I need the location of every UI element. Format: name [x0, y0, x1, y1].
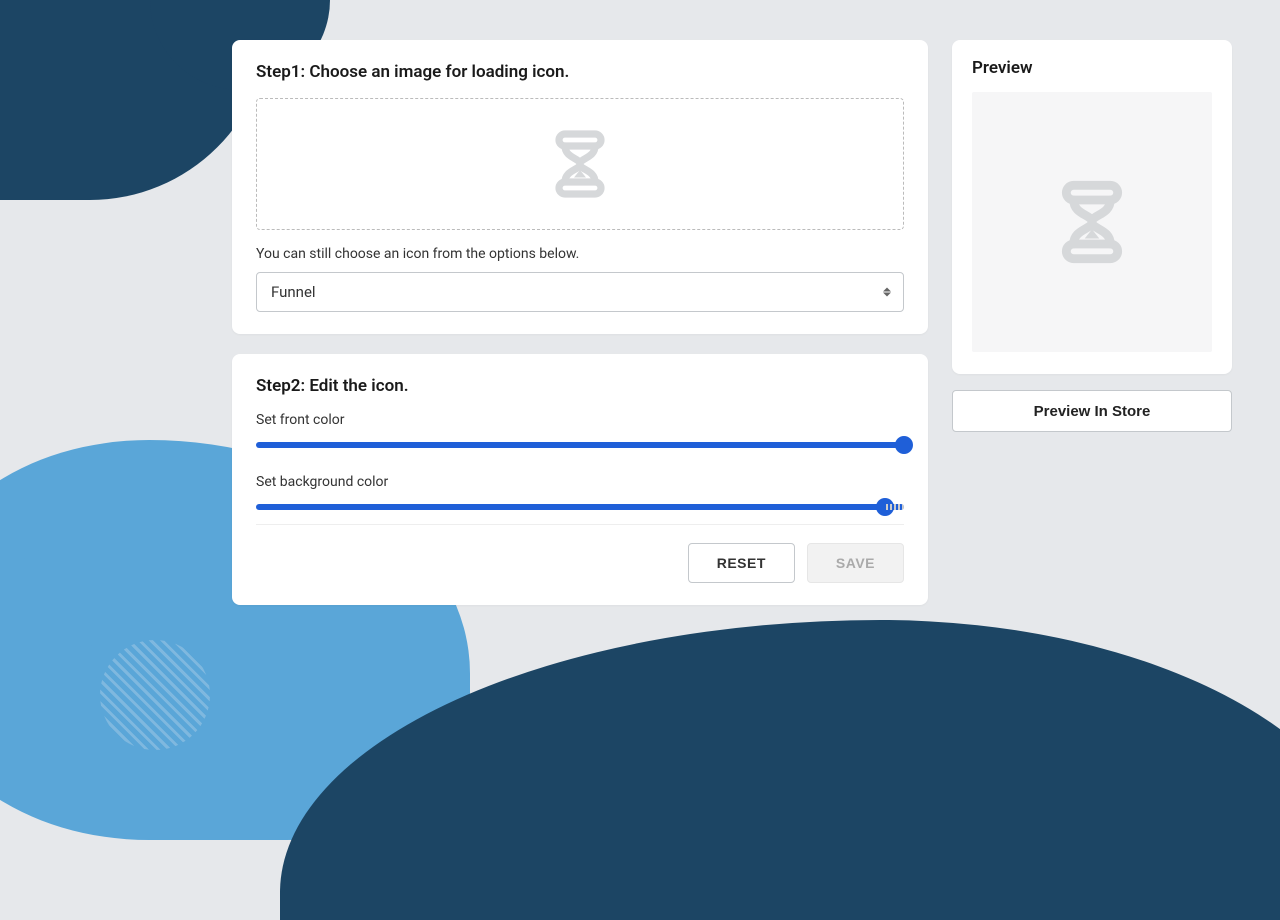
hourglass-icon	[544, 128, 616, 200]
select-caret-icon	[883, 288, 891, 297]
icon-select[interactable]: Funnel	[256, 272, 904, 312]
step1-card: Step1: Choose an image for loading icon.…	[232, 40, 928, 334]
decorative-shape	[70, 645, 105, 680]
decorative-shape	[100, 640, 210, 750]
background-color-slider[interactable]	[256, 504, 904, 510]
background-color-label: Set background color	[256, 474, 904, 490]
hourglass-icon	[1048, 178, 1136, 266]
step1-title: Step1: Choose an image for loading icon.	[256, 62, 904, 82]
icon-select-value: Funnel	[271, 283, 316, 301]
save-button: SAVE	[807, 543, 904, 583]
preview-card: Preview	[952, 40, 1232, 374]
step2-card: Step2: Edit the icon. Set front color Se…	[232, 354, 928, 605]
preview-title: Preview	[972, 58, 1212, 78]
decorative-shape	[30, 640, 50, 660]
reset-button[interactable]: RESET	[688, 543, 795, 583]
preview-box	[972, 92, 1212, 352]
divider	[256, 524, 904, 525]
step2-title: Step2: Edit the icon.	[256, 376, 904, 396]
preview-in-store-button[interactable]: Preview In Store	[952, 390, 1232, 432]
step1-subtext: You can still choose an icon from the op…	[256, 246, 904, 262]
front-color-slider[interactable]	[256, 442, 904, 448]
image-dropzone[interactable]	[256, 98, 904, 230]
front-color-label: Set front color	[256, 412, 904, 428]
